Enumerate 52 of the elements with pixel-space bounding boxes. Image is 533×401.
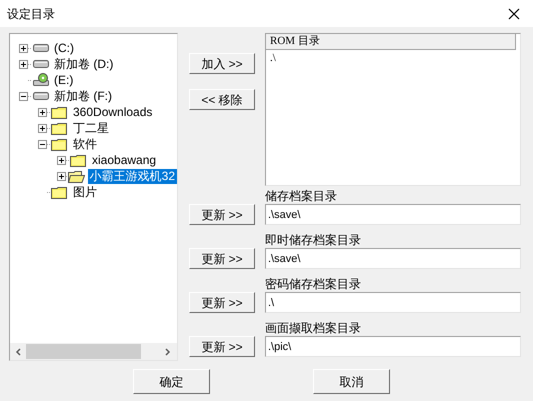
collapse-icon[interactable] <box>38 140 47 148</box>
tree-item[interactable]: 360Downloads <box>71 104 154 120</box>
field-label: 储存档案目录 <box>265 188 337 204</box>
expand-icon[interactable] <box>38 108 47 116</box>
expand-icon[interactable] <box>38 124 47 132</box>
tree-item[interactable]: 小霸王游戏机32 <box>88 168 177 184</box>
drive-icon <box>32 43 48 53</box>
expand-icon[interactable] <box>57 156 66 164</box>
tree-item[interactable]: 丁二星 <box>71 120 111 136</box>
add-button[interactable]: 加入 >> <box>189 53 255 74</box>
list-item[interactable]: .\ <box>266 50 276 66</box>
field-label: 密码储存档案目录 <box>265 276 361 292</box>
update-button[interactable]: 更新 >> <box>189 336 255 357</box>
tree-item[interactable]: (E:) <box>52 72 76 88</box>
expand-icon[interactable] <box>19 44 28 52</box>
folder-icon <box>51 106 68 118</box>
path-field[interactable]: .\ <box>265 292 521 313</box>
field-label: 即时储存档案目录 <box>265 232 361 248</box>
tree-item[interactable]: 图片 <box>71 184 99 200</box>
scroll-left-icon[interactable] <box>15 348 21 356</box>
column-header[interactable]: ROM 目录 <box>266 34 516 50</box>
scroll-thumb[interactable] <box>26 344 141 359</box>
collapse-icon[interactable] <box>19 92 28 100</box>
scroll-right-icon[interactable] <box>165 348 171 356</box>
tree-item[interactable]: 新加卷 (F:) <box>52 88 114 104</box>
tree-item[interactable]: (C:) <box>52 40 76 56</box>
disc-drive-icon <box>32 73 48 87</box>
expand-icon[interactable] <box>57 172 66 180</box>
window-title: 设定目录 <box>7 6 55 22</box>
open-folder-icon <box>68 170 85 182</box>
ok-button[interactable]: 确定 <box>133 369 210 394</box>
path-field[interactable]: .\save\ <box>265 248 521 269</box>
path-field[interactable]: .\save\ <box>265 204 521 225</box>
path-field[interactable]: .\pic\ <box>265 336 521 357</box>
tree-item[interactable]: 软件 <box>71 136 99 152</box>
folder-icon <box>51 122 68 134</box>
expand-icon[interactable] <box>19 60 28 68</box>
field-label: 画面撷取档案目录 <box>265 320 361 336</box>
remove-button[interactable]: << 移除 <box>189 89 255 110</box>
cancel-button[interactable]: 取消 <box>313 369 390 394</box>
horizontal-scrollbar[interactable] <box>10 343 177 360</box>
update-button[interactable]: 更新 >> <box>189 292 255 313</box>
folder-icon <box>51 138 68 150</box>
drive-icon <box>32 91 48 101</box>
folder-icon <box>70 154 87 166</box>
update-button[interactable]: 更新 >> <box>189 248 255 269</box>
tree-item[interactable]: xiaobawang <box>90 152 158 168</box>
folder-icon <box>51 186 68 198</box>
drive-icon <box>32 59 48 69</box>
tree-item[interactable]: 新加卷 (D:) <box>52 56 116 72</box>
close-icon[interactable] <box>508 8 520 20</box>
update-button[interactable]: 更新 >> <box>189 204 255 225</box>
